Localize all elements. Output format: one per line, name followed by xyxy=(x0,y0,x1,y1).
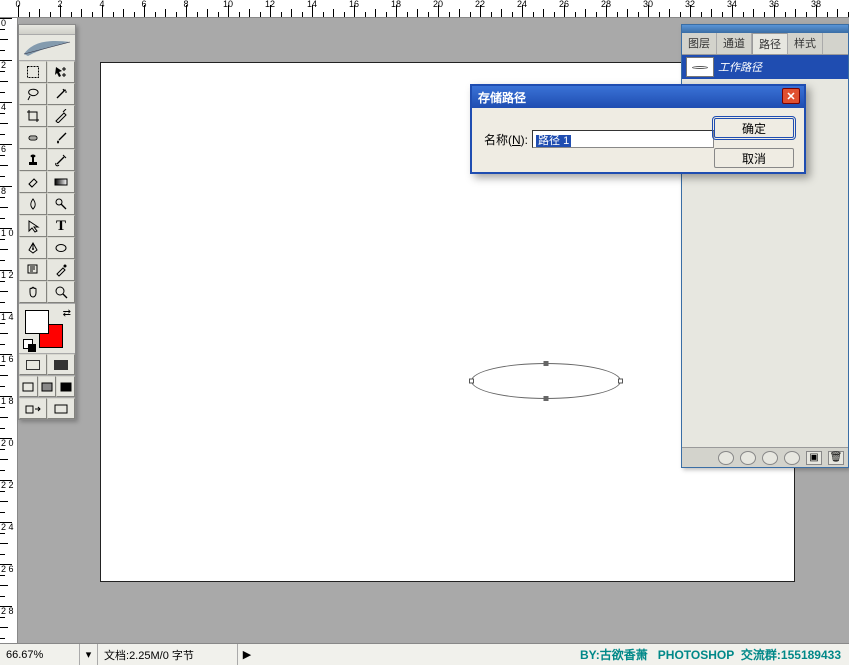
stamp-tool[interactable] xyxy=(19,149,47,171)
gradient-tool[interactable] xyxy=(47,171,75,193)
move-tool[interactable] xyxy=(47,61,75,83)
name-label: 名称(N): xyxy=(484,131,528,148)
standard-mode-button[interactable] xyxy=(19,354,47,375)
path-thumb-icon xyxy=(686,57,714,77)
tab-channels[interactable]: 通道 xyxy=(717,33,752,54)
dialog-close-button[interactable]: ✕ xyxy=(782,88,800,104)
ruler-vertical: 024681 01 21 41 61 82 02 22 42 62 8 xyxy=(0,18,18,643)
path-row-work[interactable]: 工作路径 xyxy=(682,55,848,79)
wand-tool[interactable] xyxy=(47,83,75,105)
anchor-top-icon[interactable] xyxy=(544,361,549,366)
toolbox: T ⇄ xyxy=(18,24,76,420)
path-ellipse[interactable] xyxy=(471,363,621,399)
tab-layers[interactable]: 图层 xyxy=(682,33,717,54)
marquee-tool[interactable] xyxy=(19,61,47,83)
heal-tool[interactable] xyxy=(19,127,47,149)
swap-colors-icon[interactable]: ⇄ xyxy=(63,308,71,319)
tab-styles[interactable]: 样式 xyxy=(788,33,823,54)
lasso-tool[interactable] xyxy=(19,83,47,105)
credit-text: BY:古欲香萧 PHOTOSHOP 交流群:155189433 xyxy=(580,646,849,663)
delete-path-button[interactable]: 🗑 xyxy=(828,451,844,465)
foreground-color-swatch[interactable] xyxy=(25,310,49,334)
screen-standard-button[interactable] xyxy=(19,376,38,397)
jump-blank-button[interactable] xyxy=(47,398,75,419)
screen-full-button[interactable] xyxy=(56,376,75,397)
eraser-tool[interactable] xyxy=(19,171,47,193)
toolbox-grip[interactable] xyxy=(19,25,75,35)
dialog-title-text: 存储路径 xyxy=(478,89,526,106)
type-tool[interactable]: T xyxy=(47,215,75,237)
slice-tool[interactable] xyxy=(47,105,75,127)
anchor-bottom-icon[interactable] xyxy=(544,396,549,401)
name-input[interactable]: 路径 1 xyxy=(532,130,714,148)
document-size: 文档:2.25M/0 字节 xyxy=(98,644,238,665)
anchor-right-icon[interactable] xyxy=(618,379,623,384)
brush-tool[interactable] xyxy=(47,127,75,149)
doc-info-popup-button[interactable]: ▶ xyxy=(238,644,256,665)
quickmask-mode-button[interactable] xyxy=(47,354,75,375)
save-path-dialog: 存储路径 ✕ 名称(N): 路径 1 确定 取消 xyxy=(470,84,806,174)
path-row-label: 工作路径 xyxy=(718,59,762,75)
ruler-horizontal: 0246810121416182022242628303234363840 xyxy=(0,0,849,18)
eyedropper-tool[interactable] xyxy=(47,259,75,281)
crop-tool[interactable] xyxy=(19,105,47,127)
path-select-tool[interactable] xyxy=(19,215,47,237)
pen-tool[interactable] xyxy=(19,237,47,259)
color-swatches: ⇄ xyxy=(19,303,75,353)
cancel-button[interactable]: 取消 xyxy=(714,148,794,168)
history-brush-tool[interactable] xyxy=(47,149,75,171)
ok-button[interactable]: 确定 xyxy=(714,118,794,138)
app-logo-feather-icon xyxy=(19,35,75,61)
zoom-level[interactable]: 66.67% xyxy=(0,644,80,665)
hand-tool[interactable] xyxy=(19,281,47,303)
fill-path-button[interactable] xyxy=(718,451,734,465)
tab-paths[interactable]: 路径 xyxy=(752,33,788,54)
panel-grip[interactable] xyxy=(682,25,848,33)
new-path-button[interactable]: ▣ xyxy=(806,451,822,465)
jump-to-imageready-button[interactable] xyxy=(19,398,47,419)
zoom-tool[interactable] xyxy=(47,281,75,303)
notes-tool[interactable] xyxy=(19,259,47,281)
sel-to-path-button[interactable] xyxy=(784,451,800,465)
anchor-left-icon[interactable] xyxy=(469,379,474,384)
shape-tool[interactable] xyxy=(47,237,75,259)
stroke-path-button[interactable] xyxy=(740,451,756,465)
zoom-popup-button[interactable]: ▾ xyxy=(80,644,98,665)
status-bar: 66.67% ▾ 文档:2.25M/0 字节 ▶ BY:古欲香萧 PHOTOSH… xyxy=(0,643,849,665)
blur-tool[interactable] xyxy=(19,193,47,215)
dialog-titlebar[interactable]: 存储路径 ✕ xyxy=(472,86,804,108)
default-colors-icon[interactable] xyxy=(23,339,33,349)
screen-menubar-button[interactable] xyxy=(38,376,57,397)
dodge-tool[interactable] xyxy=(47,193,75,215)
path-to-sel-button[interactable] xyxy=(762,451,778,465)
